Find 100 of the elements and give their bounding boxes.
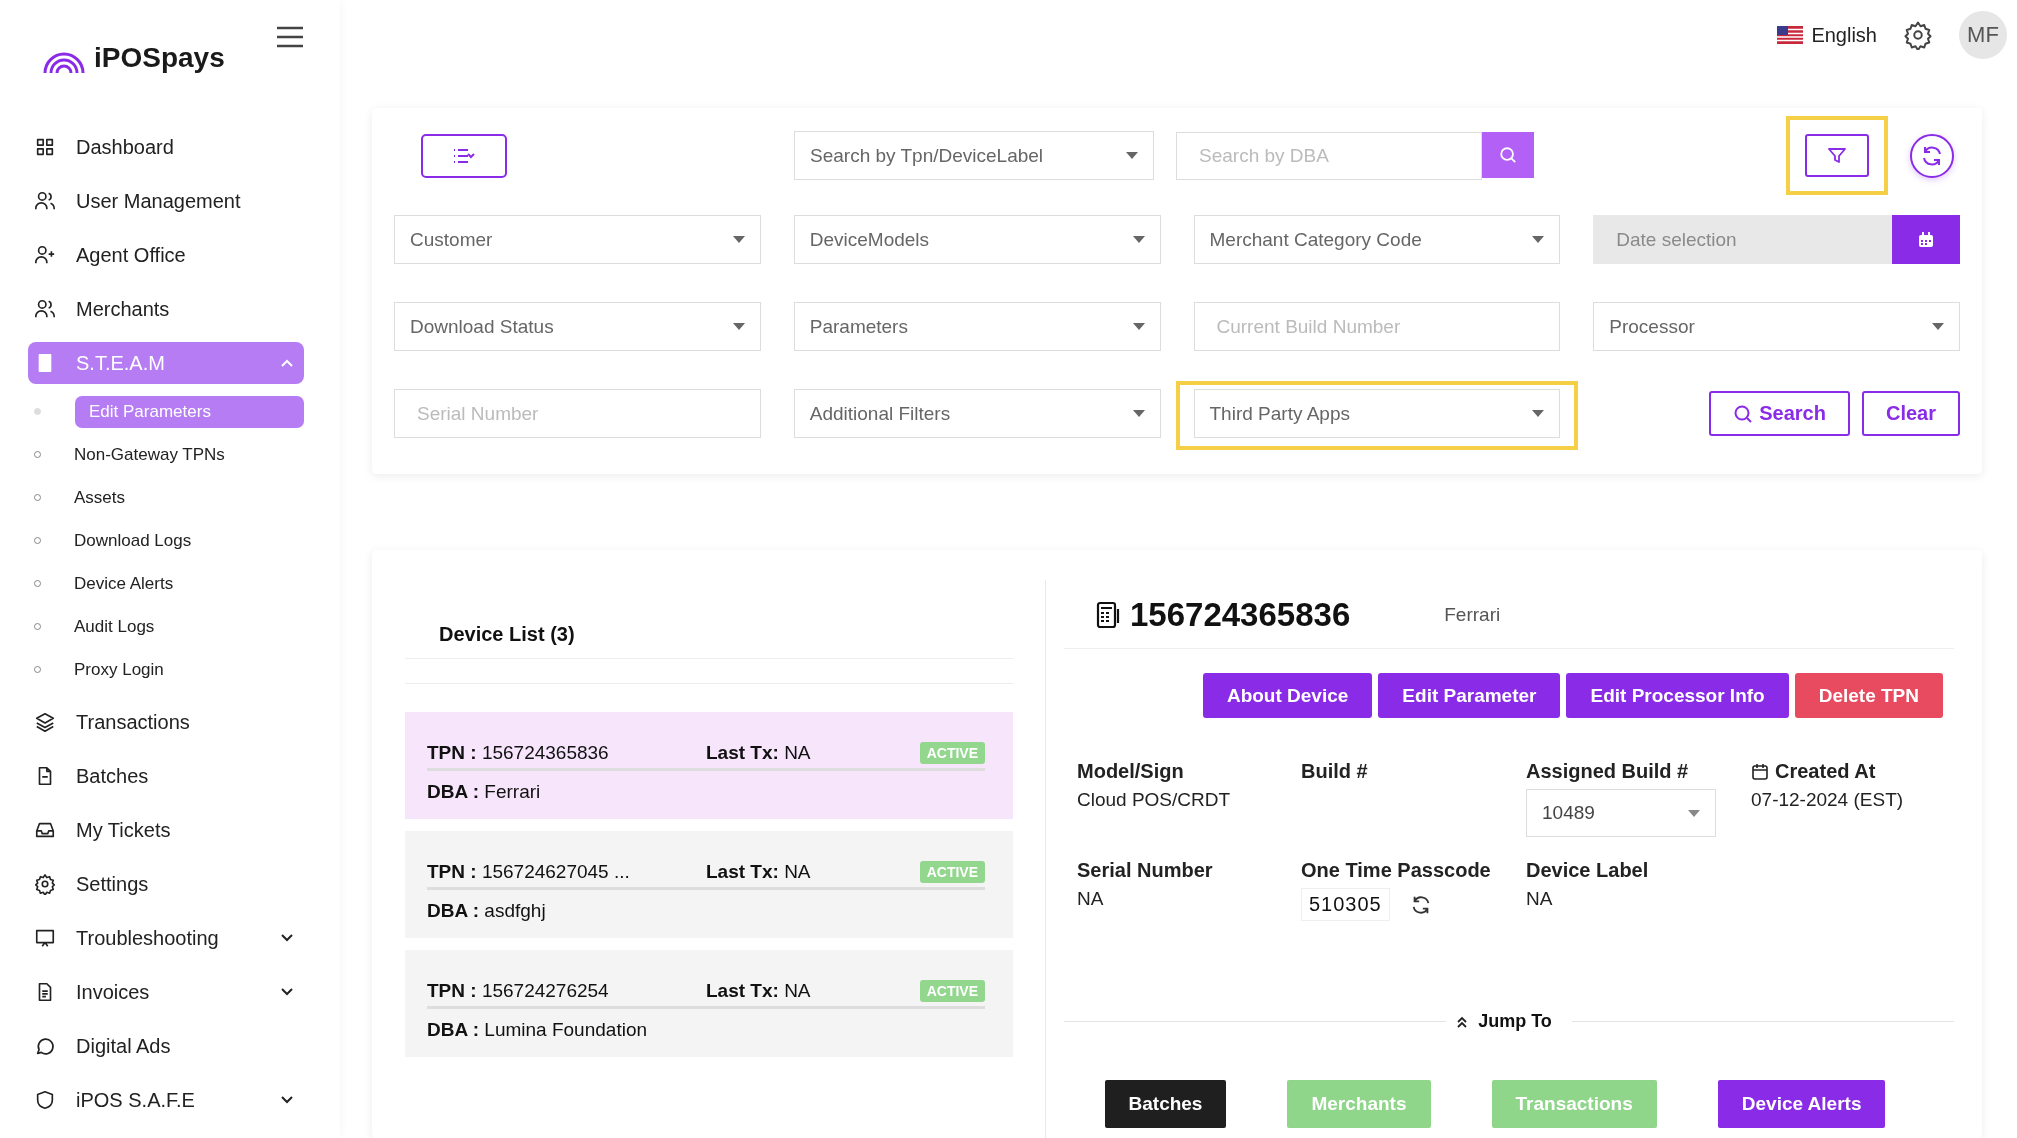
last-transaction-text: Last Tx: NA (706, 980, 812, 1002)
device-tpn: 156724365836 (1130, 596, 1351, 634)
sidebar-subitem[interactable]: Device Alerts (67, 567, 304, 600)
jump-button[interactable]: Batches (1104, 1080, 1227, 1128)
search-button[interactable] (1482, 131, 1534, 178)
sidebar-item[interactable]: Merchants (28, 288, 304, 330)
calendar-icon (1918, 231, 1934, 248)
rainbow-logo-icon (42, 50, 86, 74)
refresh-button[interactable] (1910, 133, 1954, 178)
sidebar-item[interactable]: Troubleshooting (28, 917, 304, 959)
tpn-search-dropdown[interactable]: Search by Tpn/DeviceLabel (794, 131, 1154, 180)
device-row[interactable]: TPN : 156724276254 Last Tx: NA ACTIVE DBA : Lumina Foundation (405, 950, 1013, 1057)
dropdown-arrow-icon (1532, 410, 1545, 417)
build-dropdown[interactable]: 10489 (1526, 789, 1716, 837)
field-value: Cloud POS/CRDT (1077, 789, 1232, 811)
dropdown-arrow-icon (1532, 236, 1545, 243)
settings-icon[interactable] (1903, 20, 1933, 50)
dba-text: DBA : asdfghj (427, 900, 547, 922)
chevron-icon (280, 1095, 294, 1105)
filter-dropdown[interactable]: Merchant Category Code (1193, 215, 1561, 264)
sidebar-item[interactable]: Digital Ads (28, 1025, 304, 1067)
filter-dropdown[interactable]: Third Party Apps (1193, 389, 1561, 438)
filter-input-field[interactable]: Current Build Number (1193, 302, 1561, 351)
calendar-button[interactable] (1892, 215, 1960, 264)
chevron-icon (280, 987, 294, 997)
clear-button[interactable]: Clear (1861, 391, 1960, 436)
filter-button[interactable] (1805, 134, 1869, 177)
dropdown-arrow-icon (1932, 323, 1944, 330)
jump-button[interactable]: Device Alerts (1717, 1080, 1886, 1128)
sidebar-item[interactable]: iPOS S.A.F.E (28, 1079, 304, 1121)
flag-icon (1777, 26, 1804, 44)
view-toggle-button[interactable] (421, 133, 507, 178)
chevron-icon (280, 358, 294, 368)
dropdown-arrow-icon (1132, 323, 1145, 330)
action-button[interactable]: About Device (1202, 673, 1373, 718)
filter-dropdown[interactable]: Processor (1593, 302, 1960, 351)
sidebar-item[interactable]: Dashboard (28, 126, 304, 168)
sidebar-subitem[interactable]: Assets (67, 481, 304, 514)
chat-bubble-icon (34, 1035, 56, 1057)
action-button[interactable]: Edit Parameter (1378, 673, 1561, 718)
sidebar-item[interactable]: Invoices (28, 971, 304, 1013)
shield-icon (34, 1089, 56, 1111)
sidebar-subitem[interactable]: Download Logs (67, 524, 304, 557)
field-label: Assigned Build # (1526, 760, 1689, 783)
sidebar-item[interactable]: Agent Office (28, 234, 304, 276)
status-badge: ACTIVE (919, 742, 985, 764)
tpn-text: TPN : 156724276254 (427, 980, 610, 1002)
sidebar-item[interactable]: Batches (28, 755, 304, 797)
device-row[interactable]: TPN : 156724627045 ... Last Tx: NA ACTIVE DBA : asdfghj (405, 831, 1013, 938)
dba-text: DBA : Lumina Foundation (427, 1019, 649, 1041)
sidebar-subitem[interactable]: Non-Gateway TPNs (67, 438, 304, 471)
filter-dropdown[interactable]: Additional Filters (793, 389, 1161, 438)
sidebar-item[interactable]: My Tickets (28, 809, 304, 851)
calendar-icon (1751, 762, 1769, 781)
status-badge: ACTIVE (919, 861, 985, 883)
passcode-field: 510305 (1301, 888, 1390, 921)
filter-dropdown[interactable]: Download Status (394, 302, 761, 351)
sidebar-subitem[interactable]: Audit Logs (67, 610, 304, 643)
dba-search-field[interactable]: Search by DBA (1176, 131, 1482, 180)
last-transaction-text: Last Tx: NA (706, 742, 812, 764)
sidebar-item[interactable]: Settings (28, 863, 304, 905)
field-label: Model/Sign (1077, 760, 1184, 783)
dropdown-arrow-icon (1688, 809, 1700, 817)
users-icon (34, 190, 56, 212)
filter-input-field[interactable]: Serial Number (394, 389, 761, 438)
device-row[interactable]: TPN : 156724365836 Last Tx: NA ACTIVE DBA : Ferrari (405, 712, 1013, 819)
dropdown-arrow-icon (1132, 236, 1145, 243)
field-label: Serial Number (1077, 859, 1213, 882)
field-value: NA (1526, 888, 1554, 910)
delete-button[interactable]: Delete TPN (1794, 673, 1943, 718)
users-icon (34, 298, 56, 320)
device-dba: Ferrari (1444, 604, 1501, 626)
search-button[interactable]: Search (1709, 391, 1850, 436)
tpn-text: TPN : 156724627045 ... (427, 861, 631, 883)
sidebar-subitem[interactable]: Proxy Login (67, 653, 304, 686)
field-label: Device Label (1526, 859, 1649, 882)
field-label: One Time Passcode (1301, 859, 1491, 882)
user-avatar[interactable]: MF (1959, 11, 2007, 59)
sidebar-item[interactable]: Transactions (28, 701, 304, 743)
layers-icon (34, 711, 56, 733)
search-icon (1733, 403, 1754, 424)
field-value: NA (1077, 888, 1105, 910)
status-badge: ACTIVE (919, 980, 985, 1002)
chevron-icon (280, 933, 294, 943)
grid-icon (34, 136, 56, 158)
filter-dropdown[interactable]: Customer (394, 215, 761, 264)
filter-dropdown[interactable]: Parameters (793, 302, 1161, 351)
bullet-icon (34, 408, 41, 415)
filter-dropdown[interactable]: DeviceModels (793, 215, 1161, 264)
field-label: Build # (1301, 760, 1368, 783)
dropdown-arrow-icon (732, 236, 745, 243)
tpn-text: TPN : 156724365836 (427, 742, 610, 764)
menu-icon[interactable] (276, 26, 304, 48)
language-selector[interactable]: English (1777, 23, 1877, 47)
monitor-icon (34, 927, 56, 949)
sidebar-item[interactable]: User Management (28, 180, 304, 222)
dropdown-arrow-icon (1132, 410, 1145, 417)
action-button[interactable]: Edit Processor Info (1566, 673, 1789, 718)
user-plus-icon (34, 244, 56, 266)
jump-to-label: Jump To (1478, 1011, 1552, 1032)
